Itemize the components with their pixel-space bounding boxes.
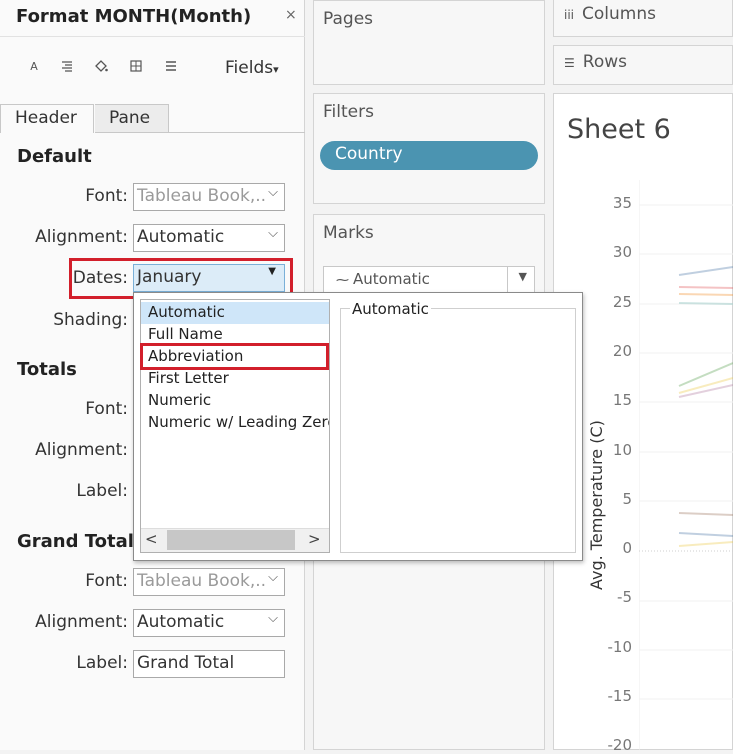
y-tick-label: 20 — [612, 341, 632, 360]
grand-totals-font-label: Font: — [85, 571, 128, 591]
series-line — [678, 293, 733, 296]
abbreviation-highlight-box — [140, 343, 329, 370]
chevron-down-icon: ▾ — [273, 63, 279, 76]
series-line — [678, 302, 733, 305]
series-line — [678, 266, 733, 276]
series-lines — [678, 266, 733, 547]
dates-format-list[interactable]: Automatic Full Name Abbreviation First L… — [140, 299, 330, 553]
y-tick-label: -10 — [607, 637, 633, 656]
y-axis-label: Avg. Temperature (C) — [587, 420, 606, 590]
columns-label: Columns — [582, 4, 656, 24]
fields-menu[interactable]: Fields▾ — [225, 58, 279, 78]
marks-type-value: Automatic — [353, 270, 430, 288]
chevron-down-icon: ⌵ — [268, 185, 278, 200]
gridlines — [639, 204, 733, 700]
format-pane-title: Format MONTH(Month) — [16, 6, 252, 27]
totals-section-title: Totals — [17, 359, 77, 380]
tab-header[interactable]: Header — [0, 104, 94, 133]
y-tick-label: 35 — [612, 194, 632, 212]
grand-totals-alignment-select[interactable]: Automatic ⌵ — [133, 609, 285, 637]
tab-baseline — [169, 132, 305, 133]
default-section-title: Default — [17, 146, 92, 167]
y-tick-label: 30 — [612, 243, 632, 262]
rows-icon: ☰ — [564, 56, 575, 70]
format-preview-box — [340, 308, 576, 553]
pages-card: Pages — [313, 0, 545, 85]
series-line — [678, 362, 733, 387]
plot-area — [639, 180, 733, 750]
grand-totals-font-value: Tableau Book,.. — [137, 571, 267, 591]
option-numeric-leading-zeros[interactable]: Numeric w/ Leading Zeros — [141, 412, 329, 434]
option-automatic[interactable]: Automatic — [141, 302, 329, 324]
y-tick-label: 15 — [612, 391, 632, 410]
title-divider — [0, 36, 305, 37]
default-alignment-label: Alignment: — [35, 227, 128, 247]
chevron-down-icon: ⌵ — [268, 611, 278, 626]
select-divider — [507, 267, 508, 293]
tab-pane[interactable]: Pane — [95, 104, 169, 133]
default-font-value: Tableau Book,.. — [137, 186, 267, 206]
y-tick-label: -15 — [607, 687, 633, 705]
rows-label: Rows — [582, 52, 627, 72]
scrollbar-thumb[interactable] — [167, 530, 295, 550]
line-chart-icon: ⁓ — [336, 273, 349, 288]
totals-font-label: Font: — [85, 399, 128, 419]
chevron-down-icon: ⌵ — [268, 226, 278, 241]
totals-alignment-label: Alignment: — [35, 440, 128, 460]
grand-totals-alignment-label: Alignment: — [35, 612, 128, 632]
series-line — [678, 532, 733, 537]
grand-totals-section-title: Grand Totals — [17, 531, 145, 552]
format-preview-label: Automatic — [350, 300, 431, 318]
fields-label: Fields — [225, 58, 274, 78]
totals-label-label: Label: — [76, 481, 128, 501]
columns-icon: iii — [564, 8, 575, 22]
marks-type-select[interactable]: ⁓ Automatic ▼ — [323, 266, 535, 294]
default-alignment-value: Automatic — [137, 227, 225, 247]
caret-down-icon: ▼ — [518, 270, 527, 283]
grand-totals-alignment-value: Automatic — [137, 612, 225, 632]
rows-shelf[interactable]: ☰ Rows — [553, 45, 733, 85]
grand-totals-label-input[interactable]: Grand Total — [133, 650, 285, 678]
chevron-down-icon: ⌵ — [268, 570, 278, 585]
close-icon[interactable]: × — [285, 7, 297, 23]
borders-icon[interactable] — [127, 60, 145, 75]
y-tick-label: -5 — [617, 588, 632, 607]
default-shading-label: Shading: — [53, 310, 128, 330]
default-font-label: Font: — [85, 186, 128, 206]
font-icon[interactable]: A — [25, 60, 43, 73]
y-tick-label: 25 — [612, 292, 632, 311]
series-line — [678, 512, 733, 516]
grand-totals-font-select[interactable]: Tableau Book,.. ⌵ — [133, 568, 285, 596]
alignment-icon[interactable] — [58, 60, 76, 75]
pages-title: Pages — [323, 9, 374, 29]
y-tick-label: -20 — [607, 736, 633, 754]
default-font-select[interactable]: Tableau Book,.. ⌵ — [133, 183, 285, 211]
scroll-right-icon[interactable]: > — [308, 530, 321, 548]
lines-icon[interactable] — [162, 60, 180, 75]
grand-totals-label-label: Label: — [76, 653, 128, 673]
series-line — [678, 286, 733, 289]
shading-icon[interactable] — [92, 60, 110, 76]
filters-title: Filters — [323, 102, 374, 122]
option-first-letter[interactable]: First Letter — [141, 368, 329, 390]
columns-shelf[interactable]: iii Columns — [553, 0, 733, 37]
sheet-title: Sheet 6 — [567, 114, 671, 145]
option-numeric[interactable]: Numeric — [141, 390, 329, 412]
default-alignment-select[interactable]: Automatic ⌵ — [133, 224, 285, 252]
marks-title: Marks — [323, 223, 374, 243]
country-filter-pill[interactable]: Country — [320, 141, 538, 170]
series-line — [678, 541, 733, 547]
scroll-left-icon[interactable]: < — [145, 530, 158, 548]
